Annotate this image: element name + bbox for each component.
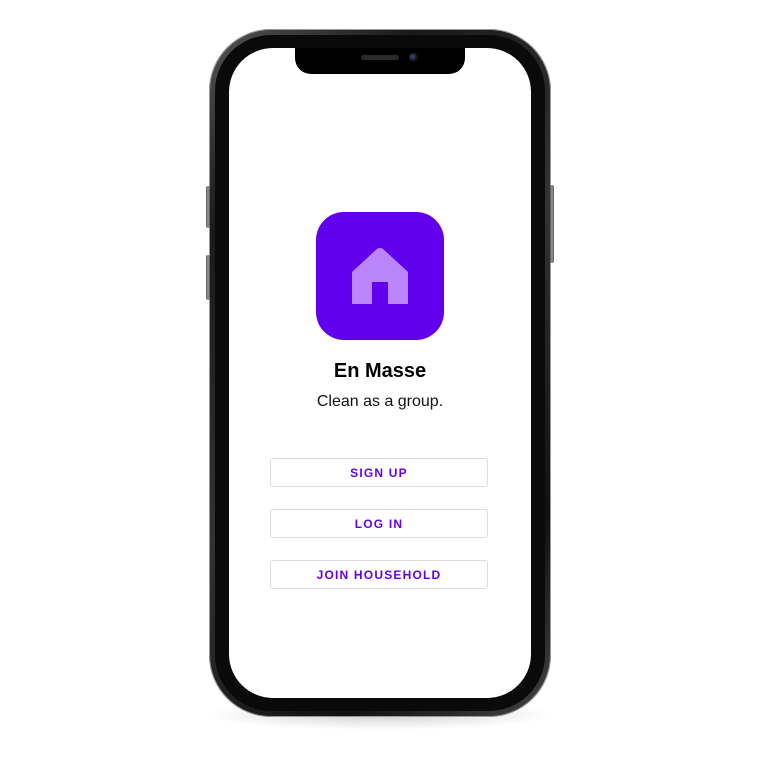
phone-notch	[295, 48, 465, 74]
home-icon	[352, 248, 408, 304]
log-in-button[interactable]: LOG IN	[270, 509, 488, 538]
stage: En Masse Clean as a group. SIGN UP LOG I…	[0, 0, 760, 760]
join-household-button[interactable]: JOIN HOUSEHOLD	[270, 560, 488, 589]
phone-side-button-silent	[206, 186, 210, 228]
app-tagline: Clean as a group.	[316, 393, 444, 410]
phone-side-button-volume	[206, 255, 210, 300]
app-title: En Masse	[333, 360, 427, 382]
phone-camera	[409, 53, 418, 62]
phone-speaker	[361, 55, 399, 60]
sign-up-button[interactable]: SIGN UP	[270, 458, 488, 487]
app-logo	[316, 212, 444, 340]
phone-side-button-power	[550, 185, 554, 263]
